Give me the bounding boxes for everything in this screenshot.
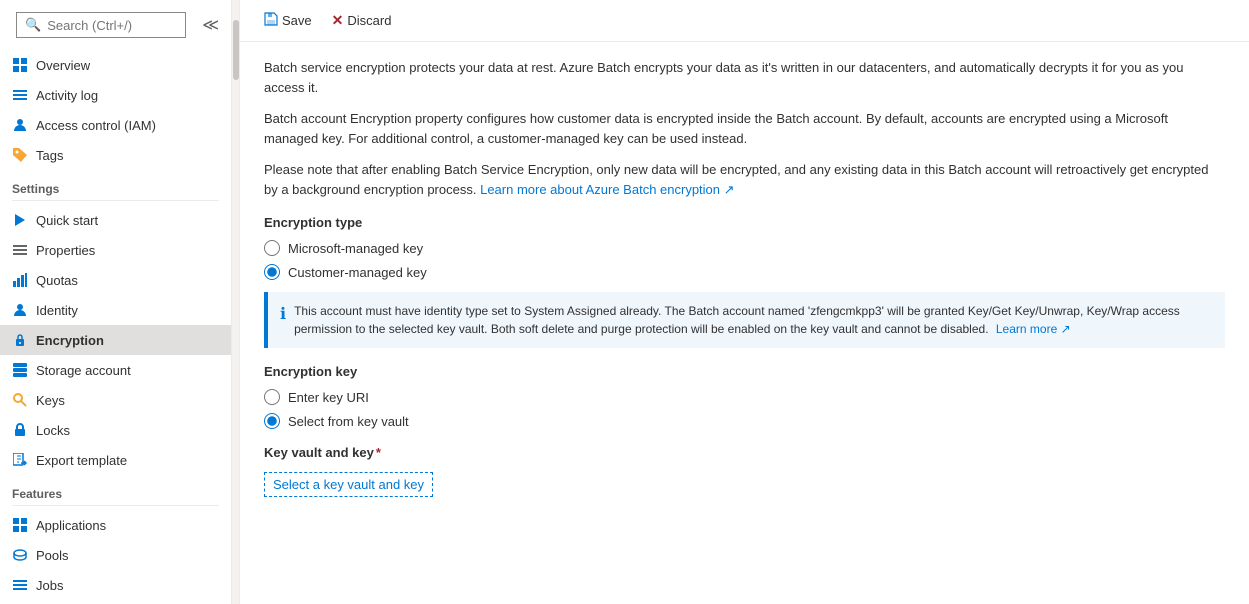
nav-item-export-template[interactable]: Export template — [0, 445, 231, 475]
properties-label: Properties — [36, 243, 95, 258]
keys-label: Keys — [36, 393, 65, 408]
radio-select-vault[interactable]: Select from key vault — [264, 413, 1225, 429]
nav-item-tags[interactable]: Tags — [0, 140, 231, 170]
nav-item-locks[interactable]: Locks — [0, 415, 231, 445]
encryption-key-radio-group: Enter key URI Select from key vault — [264, 389, 1225, 429]
overview-label: Overview — [36, 58, 90, 73]
sidebar-scrollbar[interactable] — [232, 0, 240, 604]
encryption-icon — [12, 332, 28, 348]
storage-account-label: Storage account — [36, 363, 131, 378]
radio-customer-label: Customer-managed key — [288, 265, 427, 280]
properties-icon — [12, 242, 28, 258]
search-input[interactable] — [47, 18, 177, 33]
radio-microsoft-label: Microsoft-managed key — [288, 241, 423, 256]
description-1: Batch service encryption protects your d… — [264, 58, 1225, 97]
access-control-icon — [12, 117, 28, 133]
radio-microsoft-managed[interactable]: Microsoft-managed key — [264, 240, 1225, 256]
nav-item-access-control[interactable]: Access control (IAM) — [0, 110, 231, 140]
storage-account-icon — [12, 362, 28, 378]
required-star: * — [376, 445, 381, 460]
sidebar: 🔍 ≪ Overview Activity log Access control… — [0, 0, 232, 604]
keys-icon — [12, 392, 28, 408]
nav-item-applications[interactable]: Applications — [0, 510, 231, 540]
save-label: Save — [282, 13, 312, 28]
toolbar: Save ✕ Discard — [240, 0, 1249, 42]
nav-item-properties[interactable]: Properties — [0, 235, 231, 265]
jobs-icon — [12, 577, 28, 593]
settings-section-label: Settings — [0, 170, 231, 200]
access-control-label: Access control (IAM) — [36, 118, 156, 133]
collapse-sidebar-button[interactable]: ≪ — [194, 7, 227, 43]
nav-item-pools[interactable]: Pools — [0, 540, 231, 570]
content-area: Batch service encryption protects your d… — [240, 42, 1249, 604]
applications-icon — [12, 517, 28, 533]
save-button[interactable]: Save — [256, 8, 320, 33]
learn-more-info-link[interactable]: Learn more ↗ — [996, 322, 1071, 336]
discard-label: Discard — [347, 13, 391, 28]
encryption-key-section: Encryption key — [264, 364, 1225, 379]
applications-label: Applications — [36, 518, 106, 533]
pools-icon — [12, 547, 28, 563]
quick-start-icon — [12, 212, 28, 228]
quotas-label: Quotas — [36, 273, 78, 288]
main-content: Save ✕ Discard Batch service encryption … — [240, 0, 1249, 604]
quick-start-label: Quick start — [36, 213, 98, 228]
nav-item-quotas[interactable]: Quotas — [0, 265, 231, 295]
nav-item-overview[interactable]: Overview — [0, 50, 231, 80]
nav-item-identity[interactable]: Identity — [0, 295, 231, 325]
export-template-icon — [12, 452, 28, 468]
sidebar-navigation: Overview Activity log Access control (IA… — [0, 50, 231, 604]
tags-label: Tags — [36, 148, 63, 163]
radio-customer-managed[interactable]: Customer-managed key — [264, 264, 1225, 280]
radio-microsoft-input[interactable] — [264, 240, 280, 256]
radio-enter-uri[interactable]: Enter key URI — [264, 389, 1225, 405]
discard-button[interactable]: ✕ Discard — [324, 8, 400, 33]
save-icon — [264, 12, 278, 29]
radio-select-vault-input[interactable] — [264, 413, 280, 429]
select-key-vault-link[interactable]: Select a key vault and key — [264, 472, 433, 497]
radio-customer-input[interactable] — [264, 264, 280, 280]
nav-item-keys[interactable]: Keys — [0, 385, 231, 415]
info-box: ℹ This account must have identity type s… — [264, 292, 1225, 348]
nav-item-quick-start[interactable]: Quick start — [0, 205, 231, 235]
export-template-label: Export template — [36, 453, 127, 468]
encryption-label: Encryption — [36, 333, 104, 348]
overview-icon — [12, 57, 28, 73]
search-box[interactable]: 🔍 — [16, 12, 186, 38]
sidebar-scrollbar-thumb[interactable] — [233, 20, 239, 80]
description-3: Please note that after enabling Batch Se… — [264, 160, 1225, 199]
identity-icon — [12, 302, 28, 318]
search-icon: 🔍 — [25, 17, 41, 33]
radio-select-vault-label: Select from key vault — [288, 414, 409, 429]
radio-enter-uri-input[interactable] — [264, 389, 280, 405]
pools-label: Pools — [36, 548, 69, 563]
nav-item-activity-log[interactable]: Activity log — [0, 80, 231, 110]
info-icon: ℹ — [280, 303, 286, 327]
key-vault-section: Key vault and key * Select a key vault a… — [264, 445, 1225, 497]
jobs-label: Jobs — [36, 578, 63, 593]
description-2: Batch account Encryption property config… — [264, 109, 1225, 148]
nav-item-storage-account[interactable]: Storage account — [0, 355, 231, 385]
tags-icon — [12, 147, 28, 163]
identity-label: Identity — [36, 303, 78, 318]
features-section-label: Features — [0, 475, 231, 505]
activity-log-label: Activity log — [36, 88, 98, 103]
locks-icon — [12, 422, 28, 438]
quotas-icon — [12, 272, 28, 288]
info-text: This account must have identity type set… — [294, 302, 1213, 338]
activity-log-icon — [12, 87, 28, 103]
locks-label: Locks — [36, 423, 70, 438]
encryption-type-radio-group: Microsoft-managed key Customer-managed k… — [264, 240, 1225, 280]
nav-item-jobs[interactable]: Jobs — [0, 570, 231, 600]
encryption-type-section: Encryption type — [264, 215, 1225, 230]
key-vault-label: Key vault and key — [264, 445, 374, 460]
discard-icon: ✕ — [332, 12, 344, 29]
nav-item-encryption[interactable]: Encryption — [0, 325, 231, 355]
radio-enter-uri-label: Enter key URI — [288, 390, 369, 405]
learn-more-encryption-link[interactable]: Learn more about Azure Batch encryption … — [480, 182, 734, 197]
